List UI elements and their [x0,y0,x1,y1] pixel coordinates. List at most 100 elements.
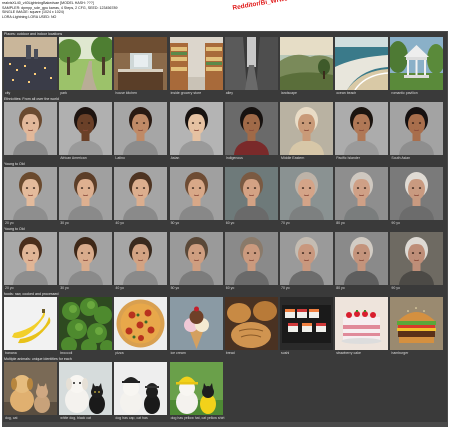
image-caption: African American [60,155,87,160]
image-caption: ocean beach [336,90,357,95]
image-cell: dog has yellow hat, cat yellow shirt [169,362,224,421]
generated-image [280,167,333,220]
image-caption: 70 yo [281,220,290,225]
grid-section: Multiple animals: unique identities for … [3,357,447,422]
image-caption: South Asian [391,155,411,160]
image-cell: house kitchen [114,37,168,96]
generated-image [4,102,57,155]
image-caption: 20 yo [5,220,14,225]
image-cell: landscape [280,37,333,96]
image-cell: Asian [169,102,223,161]
section-title: Ethnicities: From all over the world [4,97,59,101]
image-caption: landscape [281,90,297,95]
image-caption: banana [5,350,17,355]
grid-section: Ethnicities: From all over the world Afr… [3,97,447,162]
image-cell: 50 yo [169,167,223,226]
image-caption: Latino [115,155,125,160]
image-caption: Indigenous [225,155,243,160]
generated-image [169,297,223,350]
image-cell: African American [59,102,113,161]
image-cell: Indigenous [224,102,278,161]
image-caption: 40 yo [115,220,124,225]
image-caption: romantic pavilion [391,90,418,95]
image-caption: bread [225,350,235,355]
generated-image [224,37,278,90]
grid-section: foods: raw, cooked and processed banana br… [3,292,447,357]
generated-image [335,102,389,155]
grid-section: Young to Old 20 yo 30 yo 40 yo 50 yo 60 … [3,227,447,292]
image-cell: 60 yo [224,167,278,226]
generated-image [280,102,333,155]
grid-section: Places: outdoor and indoor locations city… [3,32,447,97]
image-cell: banana [4,297,57,356]
header-line: LORA:Lightning LORA USED: NO [2,14,57,19]
image-cell: Latino [114,102,168,161]
generated-image [169,37,223,90]
image-caption: 90 yo [391,285,400,290]
image-caption: 80 yo [336,220,345,225]
section-title: Young to Old [4,162,25,166]
generated-image [4,297,57,350]
image-cell: broccoli [59,297,113,356]
image-cell: 30 yo [59,167,113,226]
image-cell: 20 yo [4,167,57,226]
generated-image [59,232,113,285]
image-caption: 40 yo [115,285,124,290]
image-cell: 90 yo [390,232,444,291]
grid-section: Young to Old 20 yo 30 yo 40 yo 50 yo 60 … [3,162,447,227]
image-cell: 20 yo [4,232,57,291]
generated-image [280,297,333,350]
image-cell: hamburger [390,297,444,356]
generated-image [224,297,278,350]
image-grid: Places: outdoor and indoor locations city… [2,31,448,427]
image-cell: 30 yo [59,232,113,291]
image-caption: inside grocery store [170,90,202,95]
generated-image [280,37,333,90]
image-cell: romantic pavilion [390,37,444,96]
image-cell: ocean beach [335,37,389,96]
image-cell [4,102,57,161]
generated-image [390,167,444,220]
image-caption: 60 yo [225,285,235,290]
image-caption: 30 yo [60,285,69,290]
generated-image [59,297,113,350]
image-caption: house kitchen [115,90,137,95]
image-cell: 70 yo [280,167,333,226]
image-caption: 80 yo [336,285,345,290]
image-caption: dog has cap, cat has [115,415,148,420]
image-caption: 90 yo [391,220,400,225]
image-cell: dog, cat [4,362,57,421]
generated-image [4,167,57,220]
generated-image [390,102,444,155]
image-cell: South Asian [390,102,444,161]
image-cell: Middle Eastern [280,102,333,161]
section-title: Young to Old [4,227,25,231]
header-info: realvisXL40_v40LightningBakedvae [MODEL … [2,1,117,19]
section-title: Places: outdoor and indoor locations [4,32,63,36]
generated-image [59,102,113,155]
generated-image [335,232,389,285]
section-title: Multiple animals: unique identities for … [4,357,72,361]
generated-image [114,362,168,415]
generated-image [169,362,223,415]
image-cell: 80 yo [335,232,389,291]
generated-image [114,297,168,350]
image-cell: bread [224,297,278,356]
image-cell: dog has cap, cat has [114,362,168,421]
section-title: foods: raw, cooked and processed [4,292,59,296]
generated-image [4,362,57,415]
image-cell: white dog, black cat [59,362,113,421]
generated-image [59,362,113,415]
image-caption: 70 yo [281,285,290,290]
image-caption: broccoli [60,350,73,355]
image-caption: 30 yo [60,220,69,225]
image-caption: ice cream [170,350,186,355]
image-caption: hamburger [391,350,409,355]
image-cell: 50 yo [169,232,223,291]
image-caption: Middle Eastern [281,155,305,160]
image-cell: city [4,37,57,96]
watermark: Redditor/Bi_Wrwe [232,0,289,12]
image-cell: 40 yo [114,167,168,226]
image-caption: 60 yo [225,220,235,225]
generated-image [169,167,223,220]
